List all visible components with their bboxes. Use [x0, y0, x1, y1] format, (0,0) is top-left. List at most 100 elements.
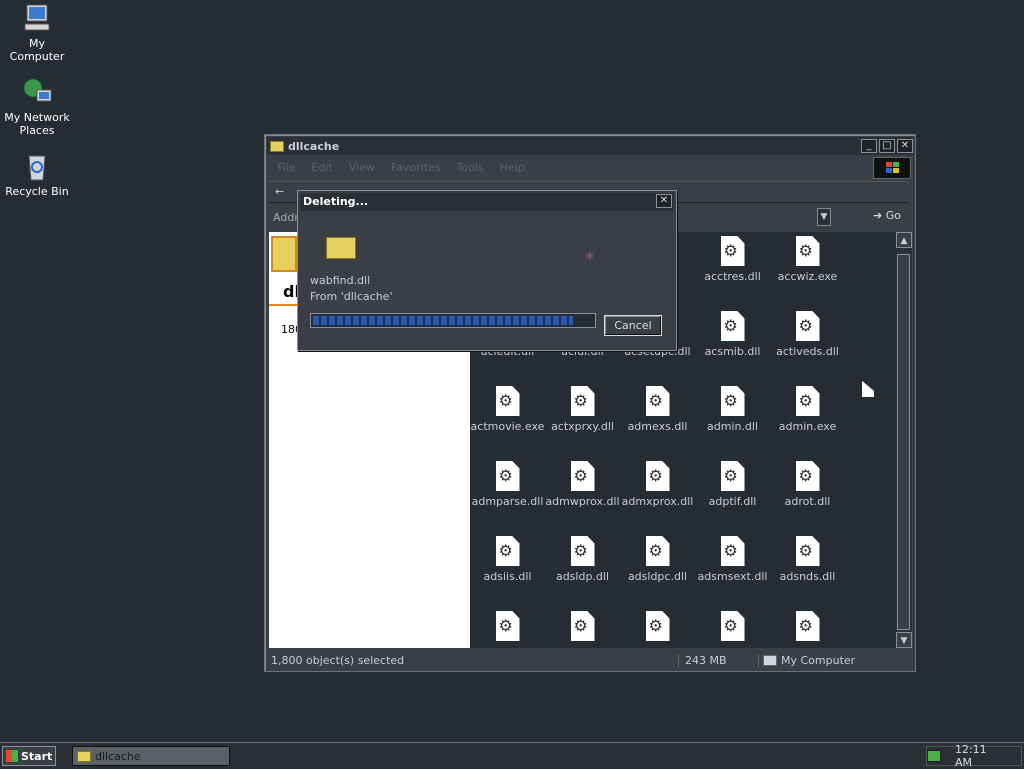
desktop-icon-label: Recycle Bin	[5, 185, 69, 198]
dll-file-icon	[720, 236, 745, 266]
window-title: dllcache	[288, 139, 340, 153]
folder-animation-icon	[326, 237, 356, 259]
maximize-button[interactable]: □	[879, 139, 895, 153]
file-item[interactable]: admin.exe	[770, 386, 845, 433]
file-item[interactable]: admexs.dll	[620, 386, 695, 433]
dll-file-icon	[645, 461, 670, 491]
dll-file-icon	[720, 311, 745, 341]
file-name: actmovie.exe	[470, 420, 545, 433]
folder-icon	[77, 750, 91, 762]
file-name: adsnds.dll	[779, 570, 836, 583]
menu-help[interactable]: Help	[492, 161, 533, 174]
system-tray: 12:11 AM	[926, 743, 1022, 769]
file-item[interactable]: adsldpc.dll	[620, 536, 695, 583]
start-label: Start	[21, 749, 53, 763]
address-dropdown-icon[interactable]: ▼	[817, 208, 831, 226]
recycle-animation-icon: ✳	[584, 249, 596, 265]
computer-icon	[763, 654, 777, 666]
file-item[interactable]: accwiz.exe	[770, 236, 845, 283]
go-button[interactable]: ➔ Go	[873, 209, 901, 222]
menu-tools[interactable]: Tools	[449, 161, 492, 174]
file-name: adptif.dll	[708, 495, 757, 508]
file-item[interactable]: adptif.dll	[695, 461, 770, 508]
dll-file-icon	[645, 386, 670, 416]
dll-file-icon	[570, 536, 595, 566]
file-item[interactable]: admwprox.dll	[545, 461, 620, 508]
file-item[interactable]: acsmib.dll	[695, 311, 770, 358]
dialog-close-button[interactable]: ✕	[656, 194, 672, 208]
file-name: acctres.dll	[704, 270, 761, 283]
menu-view[interactable]: View	[341, 161, 383, 174]
desktop-icon-recycle-bin[interactable]: Recycle Bin	[0, 150, 74, 198]
file-item[interactable]: actmovie.exe	[470, 386, 545, 433]
menu-favorites[interactable]: Favorites	[383, 161, 449, 174]
dll-file-icon	[795, 236, 820, 266]
file-item[interactable]: adsldp.dll	[545, 536, 620, 583]
file-item[interactable]	[545, 611, 620, 645]
scroll-up-icon[interactable]: ▲	[896, 232, 912, 248]
file-name: admparse.dll	[471, 495, 544, 508]
taskbar: Start dllcache 12:11 AM	[0, 742, 1024, 769]
dll-file-icon	[795, 311, 820, 341]
progress-bar	[310, 313, 596, 328]
file-item[interactable]: actxprxy.dll	[545, 386, 620, 433]
file-name: adsmsext.dll	[697, 570, 768, 583]
file-item[interactable]	[470, 611, 545, 645]
deleting-dialog: Deleting... ✕ ✳ wabfind.dll From 'dllcac…	[297, 190, 677, 351]
dll-file-icon	[570, 461, 595, 491]
folder-icon	[270, 140, 284, 152]
dll-file-icon	[720, 461, 745, 491]
dll-file-icon	[495, 611, 520, 641]
cancel-button[interactable]: Cancel	[604, 315, 662, 336]
taskbar-item-dllcache[interactable]: dllcache	[72, 746, 230, 766]
file-name: admexs.dll	[627, 420, 688, 433]
dll-file-icon	[570, 611, 595, 641]
start-button[interactable]: Start	[2, 746, 56, 766]
dll-file-icon	[795, 536, 820, 566]
computer-icon	[21, 2, 53, 34]
dialog-file-name: wabfind.dll	[310, 274, 371, 287]
scroll-down-icon[interactable]: ▼	[896, 632, 912, 648]
desktop-icon-my-computer[interactable]: My Computer	[0, 2, 74, 63]
dll-file-icon	[495, 536, 520, 566]
tray-network-icon[interactable]	[927, 750, 941, 762]
file-item[interactable]	[620, 611, 695, 645]
status-zone: My Computer	[759, 654, 855, 667]
desktop-icon-my-network-places[interactable]: My Network Places	[0, 76, 74, 137]
menu-edit[interactable]: Edit	[303, 161, 340, 174]
status-zone-label: My Computer	[781, 653, 856, 667]
file-name: admwprox.dll	[545, 495, 620, 508]
file-item[interactable]: admparse.dll	[470, 461, 545, 508]
file-item[interactable]: admin.dll	[695, 386, 770, 433]
file-name: adrot.dll	[784, 495, 831, 508]
minimize-button[interactable]: _	[861, 139, 877, 153]
file-item[interactable]: admxprox.dll	[620, 461, 695, 508]
file-item[interactable]	[770, 611, 845, 645]
file-name: admxprox.dll	[621, 495, 694, 508]
status-selected: 1,800 object(s) selected	[269, 653, 679, 667]
dll-file-icon	[645, 536, 670, 566]
dll-file-icon	[645, 611, 670, 641]
file-item[interactable]: adrot.dll	[770, 461, 845, 508]
task-label: dllcache	[95, 749, 141, 763]
menu-file[interactable]: File	[269, 161, 303, 174]
dll-file-icon	[795, 611, 820, 641]
file-item[interactable]	[695, 611, 770, 645]
dll-file-icon	[720, 611, 745, 641]
desktop-icon-label: My Network Places	[4, 111, 70, 137]
recycle-bin-icon	[21, 150, 53, 182]
desktop-icon-label: My Computer	[9, 37, 65, 63]
close-button[interactable]: ✕	[897, 139, 913, 153]
scroll-thumb[interactable]	[897, 254, 910, 630]
clock: 12:11 AM	[954, 743, 987, 769]
file-item[interactable]: adsmsext.dll	[695, 536, 770, 583]
back-icon[interactable]: ←	[275, 185, 284, 198]
file-name: activeds.dll	[776, 345, 839, 358]
window-titlebar[interactable]: dllcache _ □ ✕	[267, 137, 913, 155]
file-item[interactable]: acctres.dll	[695, 236, 770, 283]
file-item[interactable]: adsiis.dll	[470, 536, 545, 583]
vertical-scrollbar[interactable]: ▲ ▼	[896, 232, 912, 648]
file-item[interactable]: adsnds.dll	[770, 536, 845, 583]
file-item[interactable]: activeds.dll	[770, 311, 845, 358]
dll-file-icon	[495, 386, 520, 416]
